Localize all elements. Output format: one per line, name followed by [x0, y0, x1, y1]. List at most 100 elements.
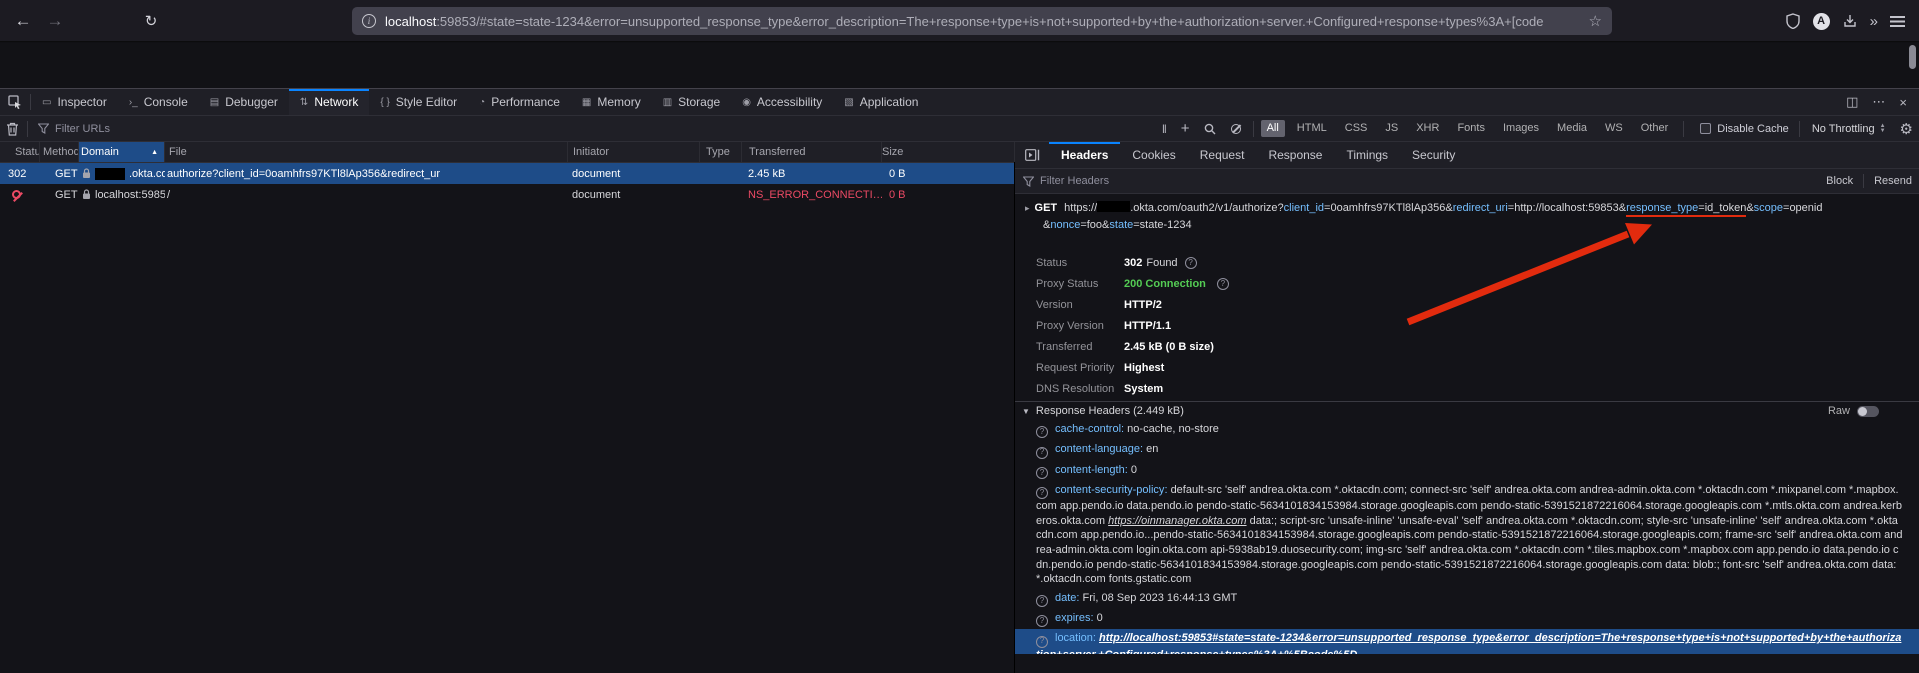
url-segment: scope: [1754, 202, 1783, 214]
shield-extension-icon[interactable]: [1785, 13, 1801, 29]
response-header-row[interactable]: ?cache-controlno-cache, no-store: [1015, 420, 1919, 440]
menu-icon[interactable]: [1890, 16, 1905, 27]
network-settings-gear-icon[interactable]: ⚙: [1900, 120, 1913, 138]
tab-style-editor[interactable]: { } Style Editor: [369, 89, 468, 115]
filter-images[interactable]: Images: [1497, 120, 1545, 137]
col-method[interactable]: Method ▲: [40, 142, 79, 162]
expand-icon[interactable]: ▸: [1025, 203, 1030, 213]
filter-urls-input[interactable]: [55, 123, 205, 135]
tab-performance[interactable]: ◔ Performance: [468, 89, 571, 115]
page-scrollbar[interactable]: [1909, 45, 1916, 69]
request-url-block[interactable]: ▸GEThttps://.okta.com/oauth2/v1/authoriz…: [1015, 194, 1919, 238]
header-help-icon[interactable]: ?: [1036, 447, 1048, 459]
tab-inspector[interactable]: ▭ Inspector: [31, 89, 118, 115]
header-value-link[interactable]: https://oinmanager.okta.com: [1108, 515, 1246, 527]
raw-toggle[interactable]: [1857, 406, 1879, 417]
tab-application[interactable]: ▧ Application: [833, 89, 929, 115]
filter-all[interactable]: All: [1261, 120, 1285, 137]
add-request-icon[interactable]: +: [1181, 120, 1190, 137]
det-tab-security[interactable]: Security: [1400, 142, 1467, 168]
dock-options-icon[interactable]: ◫: [1846, 94, 1858, 110]
pause-recording-icon[interactable]: ‖: [1162, 122, 1167, 136]
filter-media[interactable]: Media: [1551, 120, 1593, 137]
reload-button[interactable]: ↻: [138, 8, 164, 34]
col-file[interactable]: File ▲: [165, 142, 568, 162]
det-tab-timings[interactable]: Timings: [1334, 142, 1400, 168]
request-row[interactable]: 302 GET .okta.com authorize?client_id=0o…: [0, 163, 1014, 184]
col-status[interactable]: Status ▲: [0, 142, 40, 162]
tab-label: Memory: [597, 95, 640, 109]
tab-memory[interactable]: ▦ Memory: [571, 89, 652, 115]
header-help-icon[interactable]: ?: [1036, 595, 1048, 607]
col-size[interactable]: Size ▲: [882, 142, 1015, 162]
col-transferred[interactable]: Transferred ▲: [742, 142, 882, 162]
header-name: date: [1055, 592, 1083, 604]
bookmark-star-icon[interactable]: ☆: [1589, 12, 1602, 30]
meatball-menu-icon[interactable]: ⋯: [1872, 94, 1885, 110]
response-headers-title: Response Headers (2.449 kB): [1036, 405, 1184, 417]
response-header-row[interactable]: ?content-length0: [1015, 461, 1919, 481]
filter-css[interactable]: CSS: [1339, 120, 1374, 137]
request-row[interactable]: GET localhost:59853 / document NS_ERROR_…: [0, 184, 1014, 205]
response-header-row[interactable]: ?dateFri, 08 Sep 2023 16:44:13 GMT: [1015, 589, 1919, 609]
tab-icon: ▧: [844, 97, 853, 108]
det-tab-response[interactable]: Response: [1256, 142, 1334, 168]
det-tab-cookies[interactable]: Cookies: [1120, 142, 1187, 168]
help-icon[interactable]: ?: [1217, 278, 1229, 290]
throttling-select[interactable]: No Throttling ▲▼: [1812, 123, 1886, 135]
tab-accessibility[interactable]: ◉ Accessibility: [731, 89, 833, 115]
tab-storage[interactable]: ▥ Storage: [652, 89, 731, 115]
header-help-icon[interactable]: ?: [1036, 636, 1048, 648]
back-button[interactable]: ←: [10, 8, 36, 34]
filter-headers-input[interactable]: [1040, 175, 1240, 187]
response-headers-section-header[interactable]: ▼ Response Headers (2.449 kB) Raw: [1015, 402, 1919, 420]
filter-js[interactable]: JS: [1379, 120, 1404, 137]
request-details-panel: Headers Cookies Request Response Timings…: [1015, 142, 1919, 673]
save-page-icon[interactable]: [1842, 13, 1858, 29]
collapse-icon[interactable]: ▼: [1022, 407, 1030, 416]
url-bar[interactable]: i localhost:59853/#state=state-1234&erro…: [352, 7, 1612, 35]
det-tab-request[interactable]: Request: [1188, 142, 1257, 168]
block-requests-icon[interactable]: [1231, 124, 1241, 134]
response-header-row[interactable]: ?content-languageen: [1015, 440, 1919, 460]
search-icon[interactable]: [1204, 123, 1216, 135]
url-text: localhost:59853/#state=state-1234&error=…: [385, 14, 1581, 29]
request-url-line2: &nonce=foo&state=state-1234: [1043, 217, 1909, 234]
header-help-icon[interactable]: ?: [1036, 615, 1048, 627]
tab-debugger[interactable]: ▤ Debugger: [199, 89, 289, 115]
disable-cache-checkbox[interactable]: Disable Cache: [1700, 123, 1789, 135]
checkbox-icon[interactable]: [1700, 123, 1711, 134]
summary-label: DNS Resolution: [1036, 383, 1124, 395]
clear-requests-icon[interactable]: [6, 122, 19, 136]
resend-button[interactable]: Resend: [1871, 175, 1915, 187]
col-domain[interactable]: Domain ▲: [79, 142, 165, 162]
filter-other[interactable]: Other: [1635, 120, 1675, 137]
filter-ws[interactable]: WS: [1599, 120, 1629, 137]
site-info-icon[interactable]: i: [362, 14, 376, 28]
response-header-row[interactable]: ?expires0: [1015, 609, 1919, 629]
header-help-icon[interactable]: ?: [1036, 487, 1048, 499]
filter-fonts[interactable]: Fonts: [1451, 120, 1491, 137]
col-initiator[interactable]: Initiator ▲: [568, 142, 700, 162]
tab-network[interactable]: ⇅ Network: [289, 89, 369, 115]
col-type[interactable]: Type ▲: [700, 142, 742, 162]
close-devtools-icon[interactable]: ×: [1899, 95, 1907, 110]
header-help-icon[interactable]: ?: [1036, 467, 1048, 479]
response-header-row[interactable]: ?content-security-policydefault-src 'sel…: [1015, 481, 1919, 589]
details-tabs: Headers Cookies Request Response Timings…: [1049, 142, 1467, 168]
help-icon[interactable]: ?: [1185, 257, 1197, 269]
det-tab-headers[interactable]: Headers: [1049, 142, 1120, 168]
split-panel-icon[interactable]: [1015, 142, 1049, 168]
tab-console[interactable]: ›_ Console: [118, 89, 199, 115]
block-button[interactable]: Block: [1823, 175, 1856, 187]
domain-text: .okta.com: [129, 168, 165, 180]
forward-button[interactable]: →: [42, 8, 68, 34]
header-help-icon[interactable]: ?: [1036, 426, 1048, 438]
overflow-chevron-icon[interactable]: »: [1870, 13, 1878, 30]
response-header-row[interactable]: ?locationhttp://localhost:59853#state=st…: [1015, 629, 1919, 654]
pick-element-icon[interactable]: [0, 89, 30, 115]
filter-html[interactable]: HTML: [1291, 120, 1333, 137]
header-value: 0: [1097, 612, 1103, 624]
account-extension-icon[interactable]: A: [1813, 13, 1830, 30]
filter-xhr[interactable]: XHR: [1410, 120, 1445, 137]
